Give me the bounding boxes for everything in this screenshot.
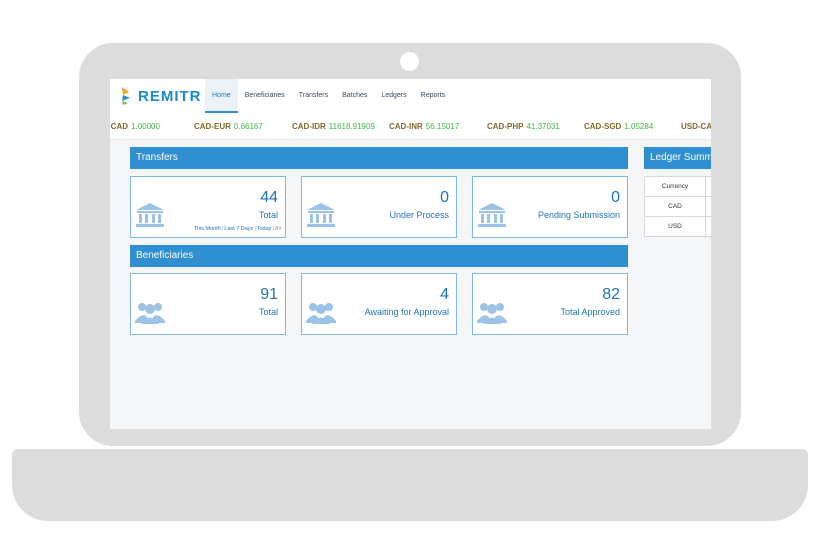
card-value: 0: [611, 189, 620, 206]
filter-this-month[interactable]: This Month: [194, 226, 221, 232]
users-icon: [477, 299, 507, 330]
bank-icon: [477, 202, 507, 233]
card-value: 82: [602, 286, 620, 303]
ticker-item: CAD-IDR 11618.91909: [292, 122, 375, 131]
currency-cell: USD: [644, 216, 706, 237]
card-label: Under Process: [389, 210, 449, 220]
card-label: Total: [258, 210, 278, 220]
app-screen: REMITR Home Beneficiaries Transfers Batc…: [110, 79, 711, 429]
rate-ticker: -CAD 1.00000 CAD-EUR 0.66167 CAD-IDR 11618.…: [110, 113, 711, 140]
table-row[interactable]: USD: [644, 216, 711, 237]
card-label: Total: [258, 307, 278, 317]
filter-last-7-days[interactable]: Last 7 Days: [224, 226, 253, 232]
transfers-section-header: Transfers: [130, 147, 628, 169]
nav-batches[interactable]: Batches: [335, 79, 374, 113]
currency-cell: CAD: [644, 196, 706, 217]
beneficiaries-total-card[interactable]: 91 Total: [130, 273, 286, 335]
users-icon: [135, 299, 165, 330]
bank-icon: [306, 202, 336, 233]
card-label: Pending Submission: [537, 210, 620, 220]
main-nav: Home Beneficiaries Transfers Batches Led…: [205, 79, 452, 113]
period-filters: This Month|Last 7 Days|Today|All: [193, 226, 281, 232]
transfers-pending-submission-card[interactable]: 0 Pending Submission: [472, 176, 628, 238]
beneficiaries-total-approved-card[interactable]: 82 Total Approved: [472, 273, 628, 335]
nav-reports[interactable]: Reports: [414, 79, 453, 113]
laptop-camera: [400, 52, 419, 71]
card-value: 44: [260, 189, 278, 206]
brand-logo[interactable]: REMITR: [120, 86, 202, 106]
top-navbar: REMITR Home Beneficiaries Transfers Batc…: [110, 79, 711, 114]
table-row[interactable]: CAD: [644, 196, 711, 217]
column-header-currency: Currency: [644, 176, 706, 197]
bank-icon: [135, 202, 165, 233]
filter-today[interactable]: Today: [257, 226, 272, 232]
ticker-item: USD-CA: [681, 122, 711, 131]
nav-transfers[interactable]: Transfers: [292, 79, 335, 113]
ticker-item: CAD-INR 56.15017: [389, 122, 460, 131]
users-icon: [306, 299, 336, 330]
beneficiaries-awaiting-approval-card[interactable]: 4 Awaiting for Approval: [301, 273, 457, 335]
nav-beneficiaries[interactable]: Beneficiaries: [238, 79, 292, 113]
ledger-summary-header: Ledger Summary: [644, 147, 711, 169]
transfers-total-card[interactable]: 44 Total This Month|Last 7 Days|Today|Al…: [130, 176, 286, 238]
card-label: Awaiting for Approval: [364, 307, 449, 317]
card-value: 0: [440, 189, 449, 206]
nav-home[interactable]: Home: [205, 79, 238, 113]
card-value: 4: [440, 286, 449, 303]
table-header-row: Currency: [644, 176, 711, 197]
card-label: Total Approved: [560, 307, 620, 317]
nav-ledgers[interactable]: Ledgers: [374, 79, 413, 113]
ticker-item: CAD-SGD 1.05284: [584, 122, 654, 131]
laptop-base: [12, 449, 808, 521]
ticker-item: -CAD 1.00000: [110, 122, 160, 131]
ticker-item: CAD-EUR 0.66167: [194, 122, 263, 131]
transfers-under-process-card[interactable]: 0 Under Process: [301, 176, 457, 238]
filter-all[interactable]: All: [275, 226, 281, 232]
remitr-logo-icon: [122, 87, 130, 105]
card-value: 91: [260, 286, 278, 303]
beneficiaries-section-header: Beneficiaries: [130, 245, 628, 267]
ticker-item: CAD-PHP 41.37031: [487, 122, 560, 131]
ledger-summary-table: Currency CAD USD: [644, 176, 711, 237]
brand-name: REMITR: [138, 87, 202, 105]
